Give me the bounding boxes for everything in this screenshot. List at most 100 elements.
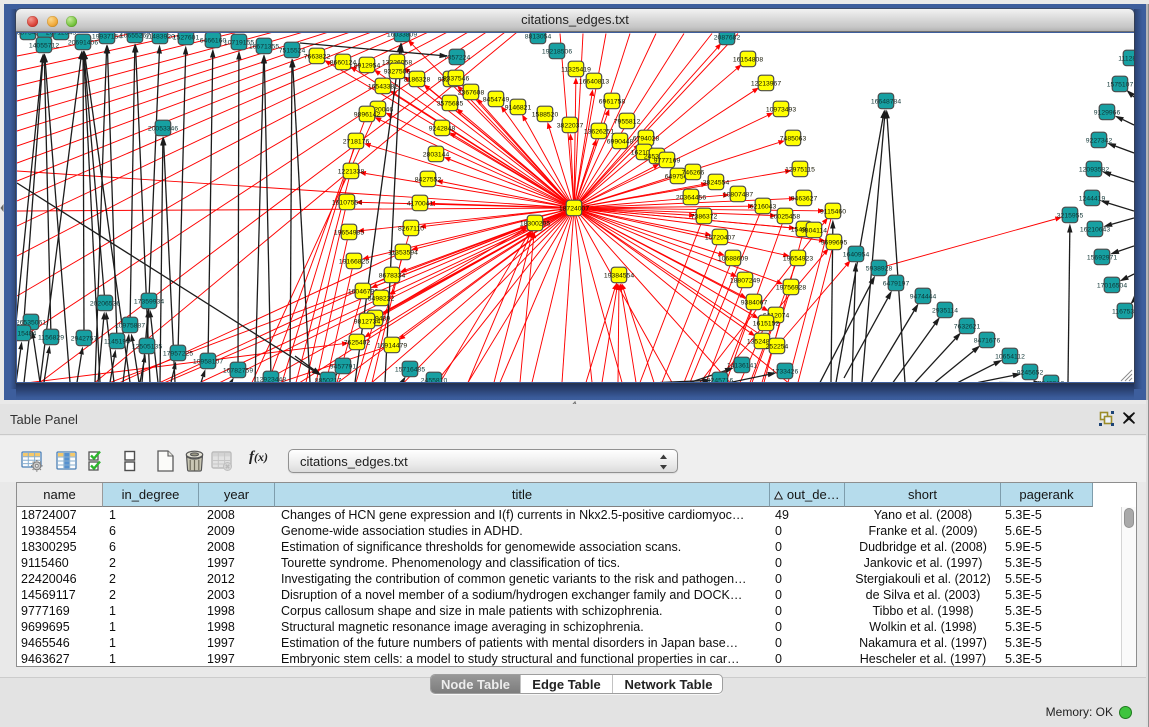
svg-text:9384067: 9384067 [740, 299, 767, 306]
svg-text:20206536: 20206536 [89, 300, 119, 307]
svg-text:9474444: 9474444 [909, 293, 936, 300]
svg-text:3575685: 3575685 [436, 100, 463, 107]
svg-text:6466160: 6466160 [199, 37, 226, 44]
svg-text:3215955: 3215955 [1056, 212, 1083, 219]
svg-text:12505135: 12505135 [131, 343, 161, 350]
svg-text:9227342: 9227342 [1085, 137, 1112, 144]
svg-text:18300295: 18300295 [519, 220, 549, 227]
svg-text:11353594: 11353594 [388, 249, 418, 256]
svg-text:19218506: 19218506 [541, 48, 571, 55]
svg-text:9804114: 9804114 [801, 227, 827, 234]
svg-text:8267110: 8267110 [398, 225, 424, 232]
svg-text:18807249: 18807249 [729, 277, 759, 284]
svg-text:15720407: 15720407 [704, 234, 734, 241]
svg-text:9777169: 9777169 [653, 157, 680, 164]
svg-text:10025458: 10025458 [769, 213, 799, 220]
svg-text:8186328: 8186328 [403, 76, 430, 83]
svg-text:16782759: 16782759 [222, 367, 252, 374]
svg-text:2942757: 2942757 [70, 335, 97, 342]
svg-text:1733426: 1733426 [771, 368, 798, 375]
svg-text:9146821: 9146821 [504, 104, 531, 111]
svg-text:7632621: 7632621 [953, 323, 980, 330]
svg-text:9242848: 9242848 [428, 125, 455, 132]
svg-text:1615152: 1615152 [752, 320, 779, 327]
svg-text:6990448: 6990448 [606, 138, 633, 145]
svg-text:7515524: 7515524 [278, 47, 305, 54]
svg-text:16210643: 16210643 [1079, 226, 1109, 233]
svg-text:12975115: 12975115 [785, 166, 815, 173]
svg-text:17359934: 17359934 [133, 298, 163, 305]
svg-text:8427552: 8427552 [414, 176, 441, 183]
svg-text:5938928: 5938928 [865, 265, 892, 272]
svg-text:12213967: 12213967 [750, 80, 780, 87]
svg-text:2455810: 2455810 [420, 377, 447, 382]
svg-text:16154808: 16154808 [732, 56, 762, 63]
svg-text:16640813: 16640813 [578, 78, 608, 85]
svg-text:14136141: 14136141 [726, 362, 756, 369]
svg-text:16107554: 16107554 [331, 199, 361, 206]
svg-text:7386372: 7386372 [690, 213, 717, 220]
svg-text:17016504: 17016504 [1096, 282, 1126, 289]
svg-text:9463627: 9463627 [790, 195, 817, 202]
svg-text:2935114: 2935114 [932, 307, 958, 314]
svg-text:2718176: 2718176 [342, 138, 369, 145]
svg-text:19166825: 19166825 [338, 258, 368, 265]
svg-text:7345512: 7345512 [1037, 380, 1064, 382]
svg-text:6216043: 6216043 [749, 203, 776, 210]
svg-text:1112845: 1112845 [1118, 55, 1134, 62]
svg-text:8850217: 8850217 [314, 377, 341, 382]
svg-text:15716485: 15716485 [394, 366, 424, 373]
svg-text:4170041: 4170041 [406, 200, 433, 207]
svg-text:16671355: 16671355 [248, 43, 278, 50]
svg-text:8471676: 8471676 [973, 337, 1000, 344]
svg-text:2087682: 2087682 [713, 34, 740, 41]
svg-text:3822037: 3822037 [556, 122, 583, 129]
svg-text:10958107: 10958107 [192, 358, 222, 365]
svg-text:20712345: 20712345 [45, 33, 75, 36]
svg-text:8454749: 8454749 [482, 96, 509, 103]
svg-text:1145194: 1145194 [104, 338, 130, 345]
svg-text:2367608: 2367608 [457, 89, 484, 96]
svg-text:9115460: 9115460 [820, 208, 846, 215]
svg-text:9812734: 9812734 [353, 318, 380, 325]
svg-text:19654923: 19654923 [782, 255, 812, 262]
svg-text:8660124: 8660124 [329, 59, 356, 66]
svg-text:20053346: 20053346 [147, 125, 177, 132]
svg-text:14055712: 14055712 [28, 42, 58, 49]
svg-text:9896142: 9896142 [353, 111, 380, 118]
svg-text:1588520: 1588520 [531, 111, 558, 118]
svg-text:3915484: 3915484 [17, 330, 36, 337]
svg-text:20364456: 20364456 [675, 194, 705, 201]
svg-text:8678334: 8678334 [378, 272, 405, 279]
svg-text:16543382: 16543382 [367, 83, 397, 90]
svg-text:2803144: 2803144 [422, 151, 449, 158]
svg-text:7955812: 7955812 [613, 118, 640, 125]
svg-text:15692971: 15692971 [1086, 254, 1116, 261]
svg-text:10807487: 10807487 [722, 191, 752, 198]
svg-text:9699695: 9699695 [820, 239, 847, 246]
svg-text:1221338: 1221338 [337, 168, 364, 175]
svg-text:252254: 252254 [765, 343, 788, 350]
svg-text:7485063: 7485063 [779, 135, 806, 142]
svg-text:7625402: 7625402 [343, 339, 370, 346]
svg-text:10688609: 10688609 [717, 255, 747, 262]
svg-text:17957225: 17957225 [162, 350, 192, 357]
svg-text:5498222: 5498222 [367, 295, 394, 302]
svg-text:1244419: 1244419 [1078, 195, 1105, 202]
svg-text:18724007: 18724007 [558, 205, 588, 212]
svg-text:16033809: 16033809 [386, 33, 416, 38]
svg-text:19756928: 19756928 [775, 284, 805, 291]
svg-text:1640954: 1640954 [842, 251, 869, 258]
svg-text:13626251: 13626251 [583, 128, 613, 135]
svg-text:9457791: 9457791 [329, 363, 356, 370]
svg-text:6961758: 6961758 [598, 98, 625, 105]
svg-text:16648784: 16648784 [870, 98, 900, 105]
svg-text:6479197: 6479197 [882, 280, 909, 287]
svg-text:16914479: 16914479 [376, 342, 406, 349]
svg-text:1156829: 1156829 [38, 334, 64, 341]
svg-text:12093582: 12093582 [1078, 166, 1108, 173]
svg-text:10973493: 10973493 [765, 106, 795, 113]
svg-text:1575107: 1575107 [1106, 81, 1133, 88]
svg-text:746266: 746266 [681, 169, 704, 176]
svg-text:1167533: 1167533 [1112, 308, 1134, 315]
